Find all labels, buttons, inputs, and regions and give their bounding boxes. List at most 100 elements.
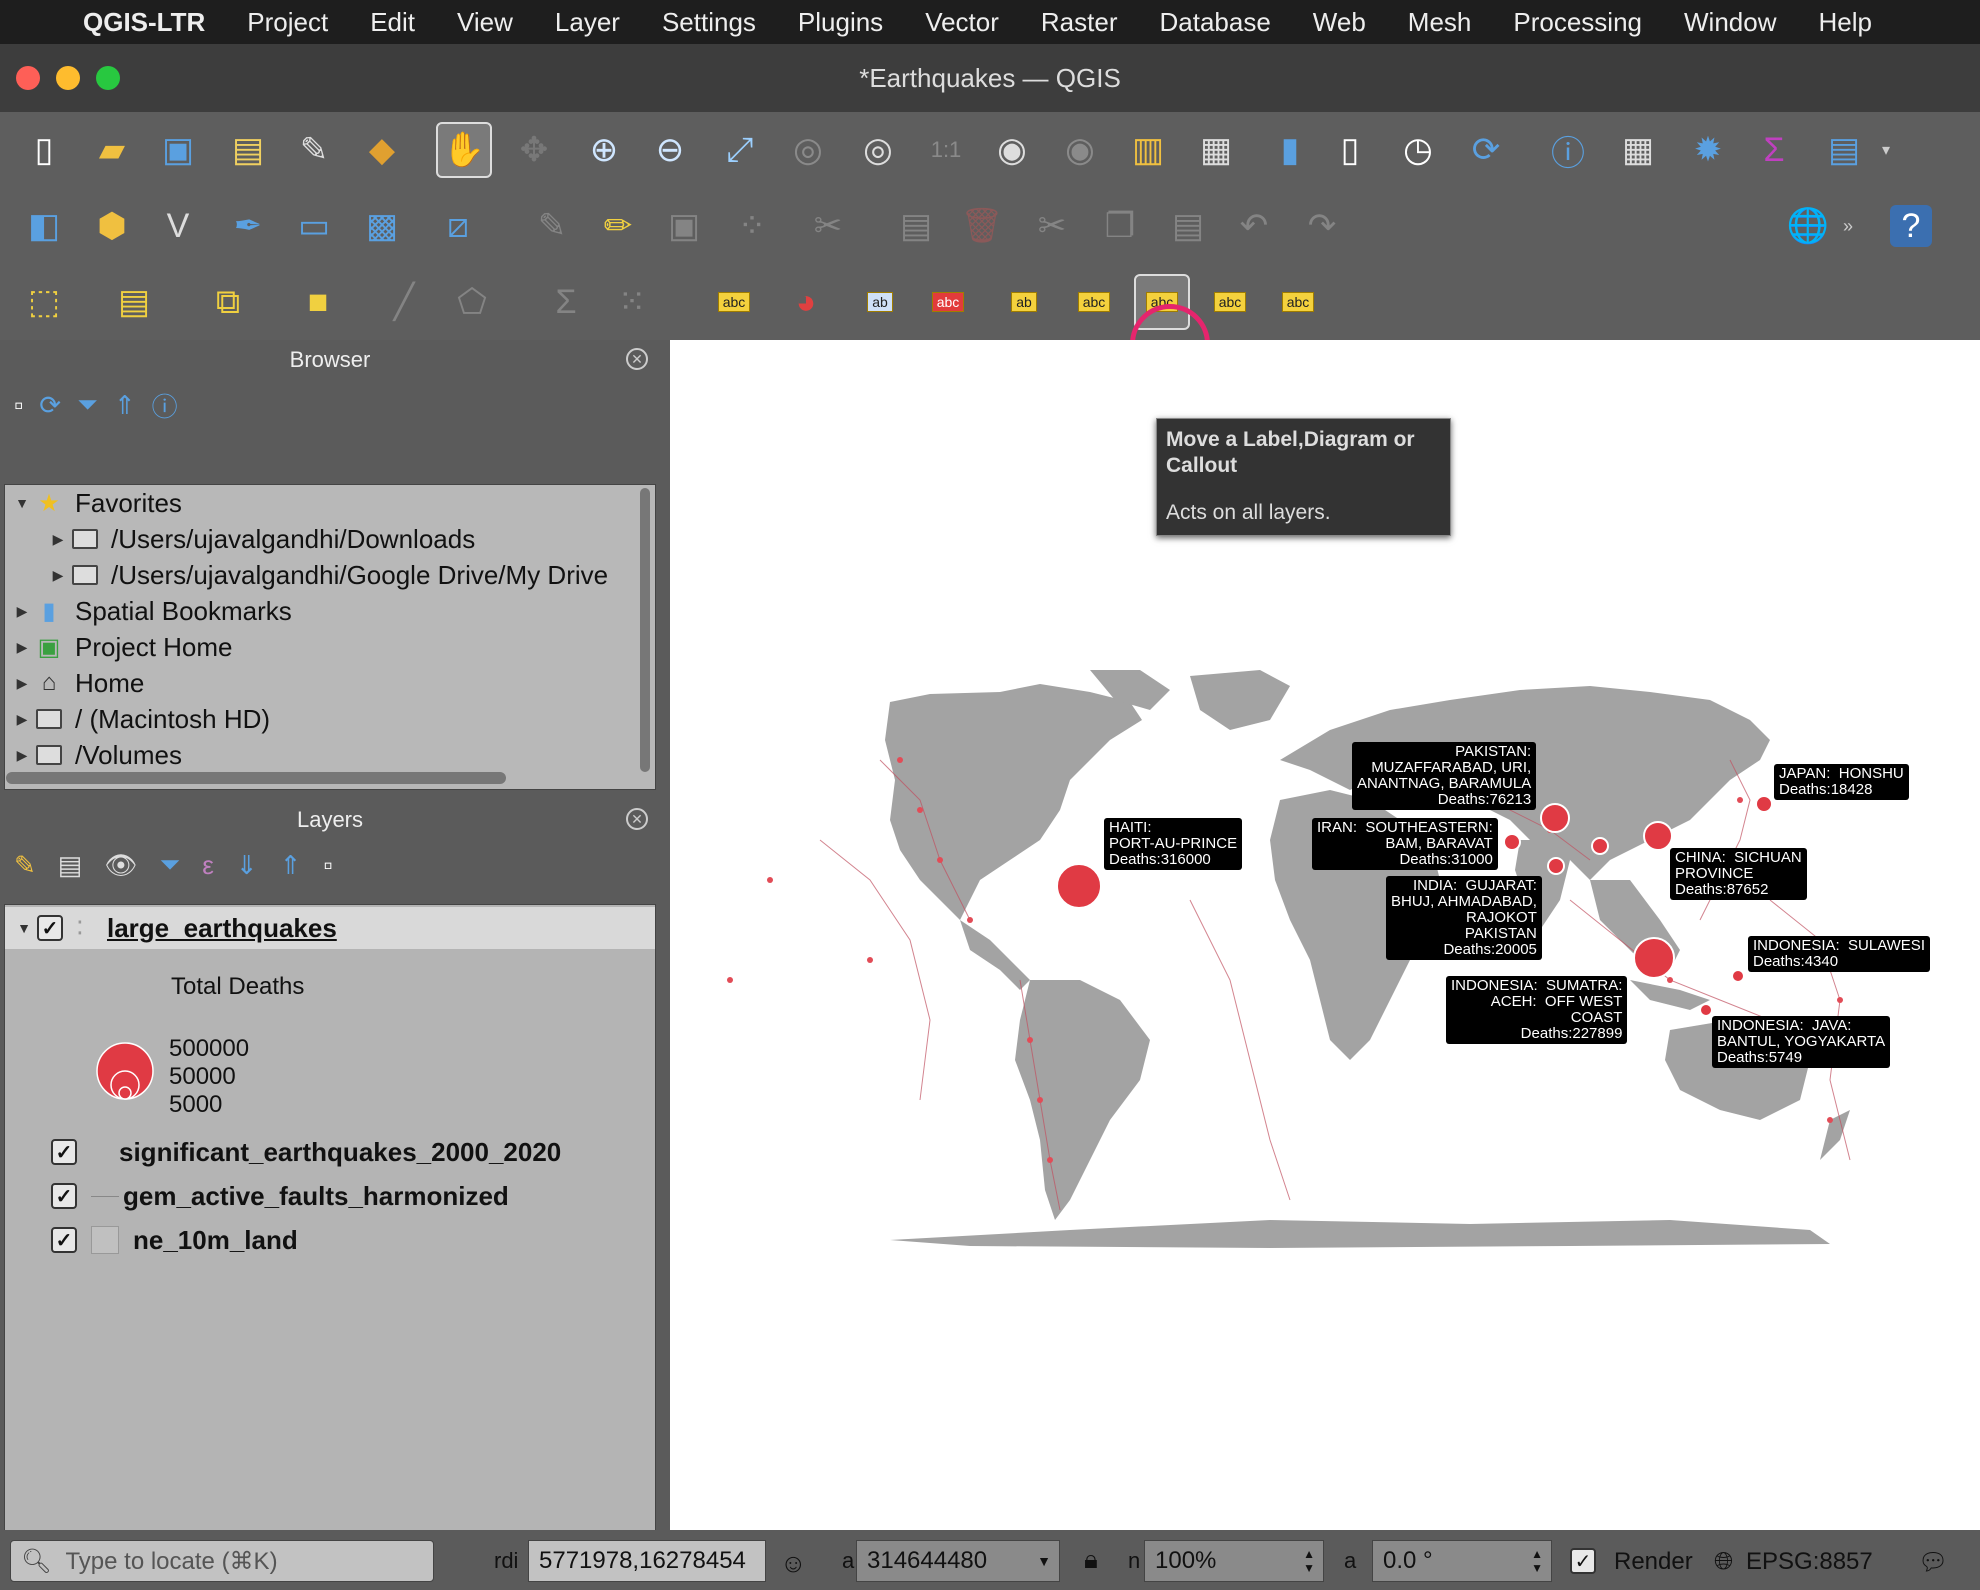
scale-combobox[interactable]: 314644480 ▼ [856,1540,1060,1582]
new-shapefile-layer-icon[interactable]: V [150,198,206,254]
zoom-to-selection-icon[interactable]: ◎ [780,122,836,178]
menu-database[interactable]: Database [1138,7,1291,38]
layer-checkbox[interactable]: ✓ [51,1227,77,1253]
minimize-window-button[interactable] [56,66,80,90]
messages-icon[interactable]: ☺ [780,1548,807,1579]
text-annotation-icon[interactable]: ⁙ [604,274,660,330]
browser-horizontal-scrollbar[interactable] [6,772,506,784]
toggle-editing-icon[interactable]: ✏ [590,198,646,254]
zoom-next-icon[interactable]: ◉ [1052,122,1108,178]
change-label-properties-icon[interactable]: abc [1270,274,1326,330]
manage-themes-eye-icon[interactable]: 👁 [104,850,137,881]
tree-item-home[interactable]: ▶ ⌂ Home [9,665,145,701]
paste-features-icon[interactable]: ▤ [1160,198,1216,254]
chevron-down-icon[interactable]: ▾ [1874,122,1898,178]
menu-help[interactable]: Help [1797,7,1892,38]
tree-item-favorites[interactable]: ▼ ★ Favorites [9,485,182,521]
measure-area-icon[interactable]: ⬠ [444,274,500,330]
identify-features-icon[interactable]: ⓘ [1540,122,1596,178]
pan-to-selection-icon[interactable]: ✥ [506,122,562,178]
menu-app[interactable]: QGIS-LTR [62,7,226,38]
menu-vector[interactable]: Vector [904,7,1020,38]
redo-icon[interactable]: ↷ [1294,198,1350,254]
zoom-window-button[interactable] [96,66,120,90]
filter-browser-icon[interactable]: ⏷ [77,389,98,421]
open-field-calculator-grid-icon[interactable]: ▦ [1610,122,1666,178]
tree-item-macintosh-hd[interactable]: ▶ / (Macintosh HD) [9,701,270,737]
close-browser-icon[interactable]: ✕ [626,348,648,370]
measure-line-icon[interactable]: ╱ [376,274,432,330]
toggle-labels-icon[interactable]: abc [920,274,976,330]
map-label-china[interactable]: CHINA: SICHUAN PROVINCE Deaths:87652 [1670,848,1807,900]
layout-manager-icon[interactable]: ✎ [286,122,342,178]
new-3d-map-view-icon[interactable]: ▦ [1188,122,1244,178]
new-bookmark-icon[interactable]: ▮ [1262,122,1318,178]
locator-search-input[interactable]: 🔍︎ Type to locate (⌘K) [10,1540,434,1582]
open-project-icon[interactable]: ▰ [84,122,140,178]
layer-labeling-options-icon[interactable]: abc [706,274,762,330]
select-by-value-icon[interactable]: ▤ [106,274,162,330]
browser-vertical-scrollbar[interactable] [640,488,650,772]
menu-view[interactable]: View [436,7,534,38]
chevron-right-icon[interactable]: ▶ [9,747,35,764]
chevron-down-icon[interactable]: ▼ [9,495,35,511]
help-icon[interactable]: ? [1890,205,1932,247]
current-edits-icon[interactable]: ✎ [524,198,580,254]
show-bookmarks-icon[interactable]: ▯ [1322,122,1378,178]
layer-checkbox[interactable]: ✓ [51,1183,77,1209]
crs-globe-icon[interactable]: 🌐︎ [1714,1548,1733,1576]
zoom-full-icon[interactable]: ⤢ [712,122,768,178]
new-project-icon[interactable]: ▯ [16,122,72,178]
delete-selected-icon[interactable]: 🗑 [954,198,1010,254]
tree-item-downloads[interactable]: ▶ /Users/ujavalgandhi/Downloads [45,521,476,557]
chevron-right-icon[interactable]: » [1836,198,1860,254]
expand-all-icon[interactable]: ⇓ [236,850,258,881]
undo-icon[interactable]: ↶ [1226,198,1282,254]
zoom-native-icon[interactable]: 1:1 [918,122,974,178]
toolbox-gear-icon[interactable]: ✹ [1680,122,1736,178]
chevron-right-icon[interactable]: ▶ [45,531,71,548]
save-edits-icon[interactable]: ▣ [656,198,712,254]
map-label-haiti[interactable]: HAITI: PORT-AU-PRINCE Deaths:316000 [1104,818,1243,870]
deselect-features-icon[interactable]: ⧉ [200,274,256,330]
menu-plugins[interactable]: Plugins [777,7,904,38]
filter-legend-icon[interactable]: ⏷ [159,849,180,881]
crs-label[interactable]: EPSG:8857 [1746,1548,1873,1576]
map-label-sulawesi[interactable]: INDONESIA: SULAWESI Deaths:4340 [1748,936,1930,972]
new-map-view-icon[interactable]: ▥ [1120,122,1176,178]
collapse-all-icon[interactable]: ⇑ [114,390,136,421]
menu-window[interactable]: Window [1663,7,1797,38]
layer-gem-active-faults[interactable]: ✓ gem_active_faults_harmonized [5,1175,655,1217]
messages-log-icon[interactable]: 💬︎ [1918,1548,1948,1577]
menu-settings[interactable]: Settings [641,7,777,38]
layer-significant-earthquakes[interactable]: ✓ significant_earthquakes_2000_2020 [5,1131,655,1173]
new-annotation-layer-icon[interactable]: ⧄ [430,198,486,254]
zoom-out-icon[interactable]: ⊖ [642,122,698,178]
add-selected-layers-icon[interactable]: ▫ [14,390,23,421]
style-layer-icon[interactable]: ✎ [14,850,36,881]
collapse-all-layers-icon[interactable]: ⇑ [280,850,302,881]
zoom-last-icon[interactable]: ◉ [984,122,1040,178]
menu-edit[interactable]: Edit [349,7,436,38]
vertex-tool-icon[interactable]: ✂ [800,198,856,254]
refresh-icon[interactable]: ⟳ [1458,122,1514,178]
chevron-down-icon[interactable]: ▼ [11,920,37,936]
layer-ne-10m-land[interactable]: ✓ ne_10m_land [5,1219,655,1261]
rotation-spinbox[interactable]: 0.0 ° ▲ ▼ [1372,1540,1552,1582]
show-hide-labels-icon[interactable]: abc [1066,274,1122,330]
highlight-pinned-labels-icon[interactable]: ab [852,274,908,330]
layer-large-earthquakes[interactable]: ▼ ✓ ⁚ large_earthquakes [5,907,655,949]
cut-features-icon[interactable]: ✂ [1024,198,1080,254]
map-label-java[interactable]: INDONESIA: JAVA: BANTUL, YOGYAKARTA Deat… [1712,1016,1891,1068]
remove-layer-icon[interactable]: ▫ [323,850,332,881]
new-geopackage-layer-icon[interactable]: ⬢ [84,198,140,254]
map-label-sumatra[interactable]: INDONESIA: SUMATRA: ACEH: OFF WEST COAST… [1446,976,1628,1044]
add-wms-layer-globe-icon[interactable]: 🌐 [1780,198,1836,254]
pin-unpin-labels-icon[interactable]: ab [996,274,1052,330]
map-tips-icon[interactable]: Σ [538,274,594,330]
select-location-icon[interactable]: ■ [290,274,346,330]
save-project-icon[interactable]: ▣ [150,122,206,178]
rotate-label-icon[interactable]: abc [1202,274,1258,330]
zoom-to-layer-icon[interactable]: ◎ [850,122,906,178]
tree-item-spatial-bookmarks[interactable]: ▶ ▮ Spatial Bookmarks [9,593,292,629]
